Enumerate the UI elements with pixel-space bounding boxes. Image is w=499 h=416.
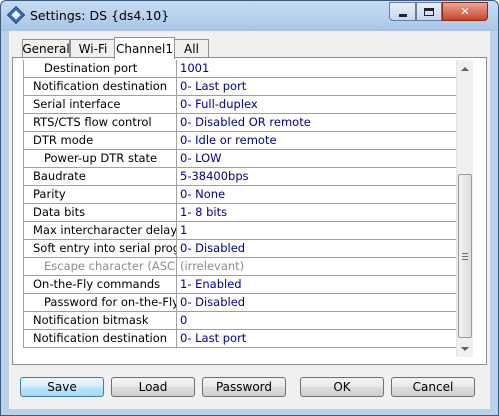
table-row: Escape character (ASCII (irrelevant) [24, 258, 456, 276]
cancel-button[interactable]: Cancel [391, 377, 475, 397]
load-button[interactable]: Load [111, 377, 195, 397]
tab-wifi-label: Wi-Fi [78, 42, 108, 56]
settings-grid[interactable]: Destination port 1001 Notification desti… [23, 60, 456, 348]
setting-name: Power-up DTR state [24, 150, 177, 167]
table-row[interactable]: Soft entry into serial progra 0- Disable… [24, 240, 456, 258]
table-row[interactable]: Max intercharacter delay 1 [24, 222, 456, 240]
setting-name: Escape character (ASCII [24, 258, 177, 275]
maximize-icon [424, 7, 434, 16]
setting-value[interactable]: 1 [180, 222, 187, 239]
scroll-up-button[interactable] [457, 60, 473, 77]
setting-value[interactable]: 0- None [180, 186, 225, 203]
table-row[interactable]: Notification destination 0- Last port [24, 330, 456, 348]
vertical-scrollbar[interactable] [456, 60, 473, 357]
setting-name: Notification destination [24, 78, 177, 95]
save-button[interactable]: Save [20, 377, 104, 397]
table-row[interactable]: RTS/CTS flow control 0- Disabled OR remo… [24, 114, 456, 132]
scroll-thumb[interactable] [458, 174, 472, 338]
tab-general-label: General [22, 42, 70, 56]
grip-icon [462, 252, 468, 260]
window-title: Settings: DS {ds4.10} [30, 8, 170, 23]
setting-name: Destination port [24, 60, 177, 77]
table-row[interactable]: Power-up DTR state 0- LOW [24, 150, 456, 168]
setting-name: DTR mode [24, 132, 177, 149]
setting-value: (irrelevant) [180, 259, 245, 273]
setting-value[interactable]: 0- Disabled [180, 294, 245, 311]
setting-name: Notification destination [24, 330, 177, 347]
setting-name: Soft entry into serial progra [24, 240, 177, 257]
table-row[interactable]: Destination port 1001 [24, 60, 456, 78]
password-button[interactable]: Password [202, 377, 286, 397]
setting-value[interactable]: 0- Disabled [180, 240, 245, 257]
setting-value[interactable]: 1- 8 bits [180, 204, 227, 221]
setting-name: Data bits [24, 204, 177, 221]
table-row[interactable]: Password for on-the-Fly 0- Disabled [24, 294, 456, 312]
setting-value[interactable]: 1001 [180, 60, 209, 77]
setting-value[interactable]: 5-38400bps [180, 168, 249, 185]
ok-button[interactable]: OK [300, 377, 384, 397]
table-row[interactable]: Notification bitmask 0 [24, 312, 456, 330]
setting-value[interactable]: 0- Full-duplex [180, 96, 258, 113]
tab-channel1-label: Channel1 [116, 41, 173, 56]
tab-all[interactable]: All [174, 39, 209, 58]
setting-value[interactable]: 0- Idle or remote [180, 132, 277, 149]
scroll-down-button[interactable] [457, 340, 473, 357]
table-row[interactable]: Serial interface 0- Full-duplex [24, 96, 456, 114]
setting-name: RTS/CTS flow control [24, 114, 177, 131]
setting-value[interactable]: 0- LOW [180, 150, 222, 167]
minimize-button[interactable] [389, 2, 416, 21]
setting-name: Max intercharacter delay [24, 222, 177, 239]
close-button[interactable]: ✕ [442, 2, 488, 21]
table-row[interactable]: Baudrate 5-38400bps [24, 168, 456, 186]
setting-name: Notification bitmask [24, 312, 177, 329]
ds-diamond-icon [6, 5, 26, 25]
maximize-button[interactable] [416, 2, 442, 21]
minimize-icon [398, 13, 407, 17]
setting-name: Parity [24, 186, 177, 203]
table-row[interactable]: DTR mode 0- Idle or remote [24, 132, 456, 150]
tab-all-label: All [184, 42, 199, 56]
setting-value[interactable]: 0- Last port [180, 78, 246, 95]
tab-channel1[interactable]: Channel1 [114, 37, 175, 59]
setting-value[interactable]: 0- Last port [180, 330, 246, 347]
table-row[interactable]: On-the-Fly commands 1- Enabled [24, 276, 456, 294]
close-icon: ✕ [460, 5, 470, 18]
setting-name: On-the-Fly commands [24, 276, 177, 293]
table-row[interactable]: Notification destination 0- Last port [24, 78, 456, 96]
table-row[interactable]: Data bits 1- 8 bits [24, 204, 456, 222]
setting-value[interactable]: 1- Enabled [180, 276, 242, 293]
title-bar[interactable]: Settings: DS {ds4.10} ✕ [1, 1, 498, 31]
setting-name: Baudrate [24, 168, 177, 185]
chevron-up-icon [461, 66, 469, 71]
tab-general[interactable]: General [22, 39, 70, 58]
setting-name: Password for on-the-Fly [24, 294, 177, 311]
setting-name: Serial interface [24, 96, 177, 113]
setting-value[interactable]: 0- Disabled OR remote [180, 114, 311, 131]
setting-value[interactable]: 0 [180, 312, 187, 329]
chevron-down-icon [461, 346, 469, 351]
table-row[interactable]: Parity 0- None [24, 186, 456, 204]
grid-bottom-gap [23, 348, 456, 357]
tab-wifi[interactable]: Wi-Fi [70, 39, 116, 58]
